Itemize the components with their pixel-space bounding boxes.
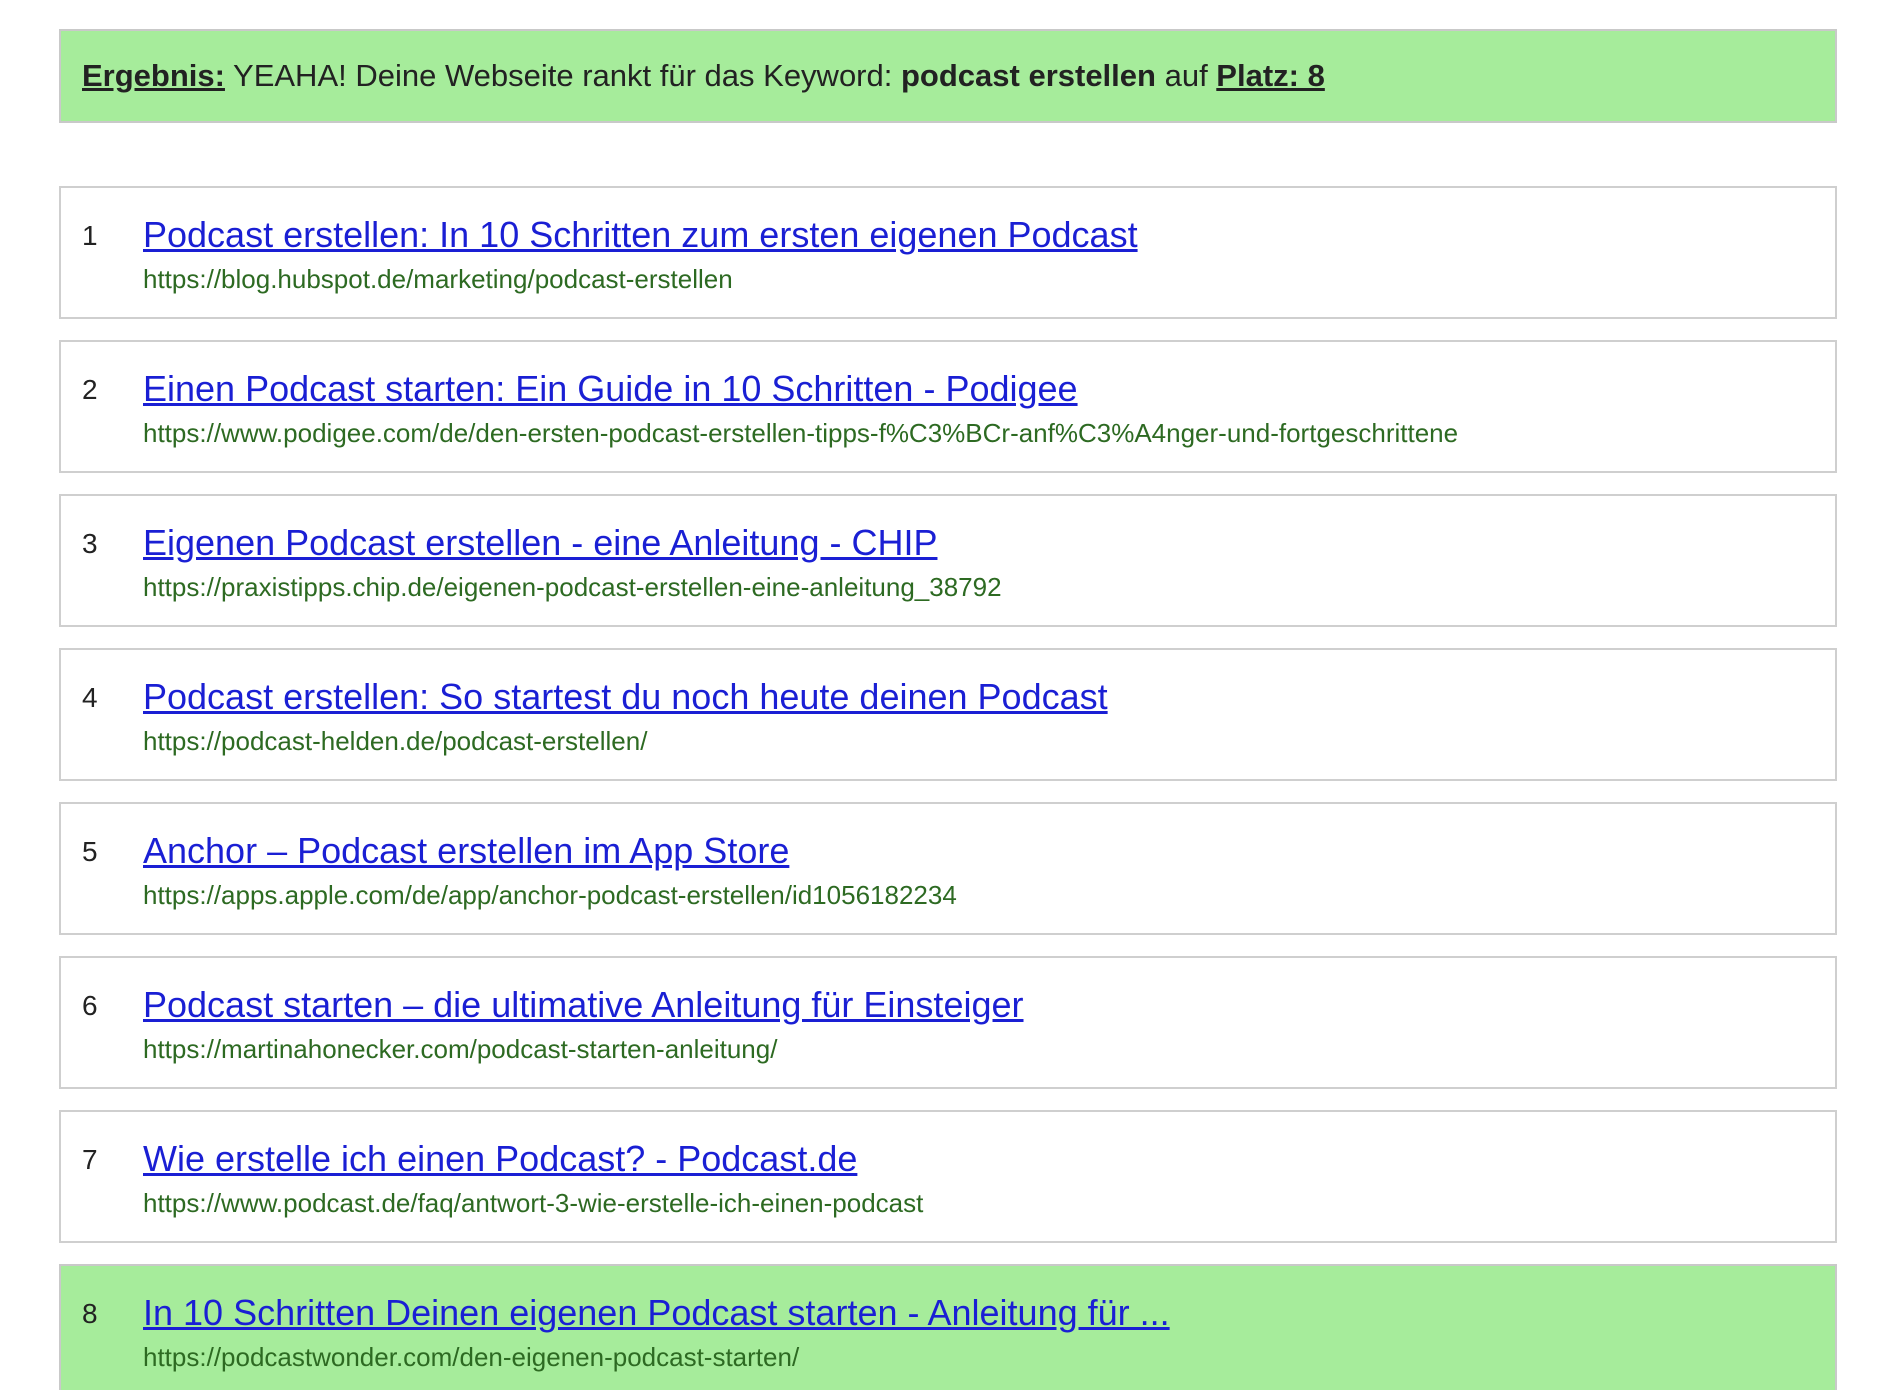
result-title-link[interactable]: In 10 Schritten Deinen eigenen Podcast s… xyxy=(143,1292,1170,1334)
result-url: https://podcastwonder.com/den-eigenen-po… xyxy=(143,1342,800,1372)
result-rank-number: 8 xyxy=(82,1298,98,1329)
result-title-link[interactable]: Anchor – Podcast erstellen im App Store xyxy=(143,830,789,872)
result-rank-number: 2 xyxy=(82,374,98,405)
serp-result-item: 4 Podcast erstellen: So startest du noch… xyxy=(59,648,1837,781)
serp-result-item: 2 Einen Podcast starten: Ein Guide in 10… xyxy=(59,340,1837,473)
serp-result-item: 7 Wie erstelle ich einen Podcast? - Podc… xyxy=(59,1110,1837,1243)
result-rank-number: 5 xyxy=(82,836,98,867)
result-rank-number: 4 xyxy=(82,682,98,713)
serp-results-list: 1 Podcast erstellen: In 10 Schritten zum… xyxy=(59,186,1837,1390)
result-url: https://blog.hubspot.de/marketing/podcas… xyxy=(143,264,733,294)
result-title-link[interactable]: Eigenen Podcast erstellen - eine Anleitu… xyxy=(143,522,937,564)
result-title-link[interactable]: Podcast erstellen: So startest du noch h… xyxy=(143,676,1108,718)
result-keyword: podcast erstellen xyxy=(900,58,1156,93)
result-url: https://martinahonecker.com/podcast-star… xyxy=(143,1034,778,1064)
result-rank-number: 7 xyxy=(82,1144,98,1175)
result-url: https://podcast-helden.de/podcast-erstel… xyxy=(143,726,648,756)
result-rank-number: 6 xyxy=(82,990,98,1021)
result-url: https://www.podcast.de/faq/antwort-3-wie… xyxy=(143,1188,924,1218)
result-title-link[interactable]: Wie erstelle ich einen Podcast? - Podcas… xyxy=(143,1138,857,1180)
result-url: https://www.podigee.com/de/den-ersten-po… xyxy=(143,418,1459,448)
result-text-mid: auf xyxy=(1155,58,1217,93)
result-banner: Ergebnis: YEAHA! Deine Webseite rankt fü… xyxy=(59,29,1837,123)
serp-result-item: 1 Podcast erstellen: In 10 Schritten zum… xyxy=(59,186,1837,319)
page: Ergebnis: YEAHA! Deine Webseite rankt fü… xyxy=(0,0,1896,1390)
result-rank-number: 3 xyxy=(82,528,98,559)
result-rank: Platz: 8 xyxy=(1216,58,1325,93)
result-url: https://apps.apple.com/de/app/anchor-pod… xyxy=(143,880,957,910)
result-title-link[interactable]: Podcast erstellen: In 10 Schritten zum e… xyxy=(143,214,1138,256)
serp-result-item: 3 Eigenen Podcast erstellen - eine Anlei… xyxy=(59,494,1837,627)
result-text-before: YEAHA! Deine Webseite rankt für das Keyw… xyxy=(224,58,901,93)
result-label: Ergebnis: xyxy=(82,58,225,93)
serp-result-item: 6 Podcast starten – die ultimative Anlei… xyxy=(59,956,1837,1089)
result-url: https://praxistipps.chip.de/eigenen-podc… xyxy=(143,572,1002,602)
result-rank-number: 1 xyxy=(82,220,98,251)
result-title-link[interactable]: Podcast starten – die ultimative Anleitu… xyxy=(143,984,1024,1026)
result-title-link[interactable]: Einen Podcast starten: Ein Guide in 10 S… xyxy=(143,368,1078,410)
serp-result-item-highlighted: 8 In 10 Schritten Deinen eigenen Podcast… xyxy=(59,1264,1837,1390)
serp-result-item: 5 Anchor – Podcast erstellen im App Stor… xyxy=(59,802,1837,935)
